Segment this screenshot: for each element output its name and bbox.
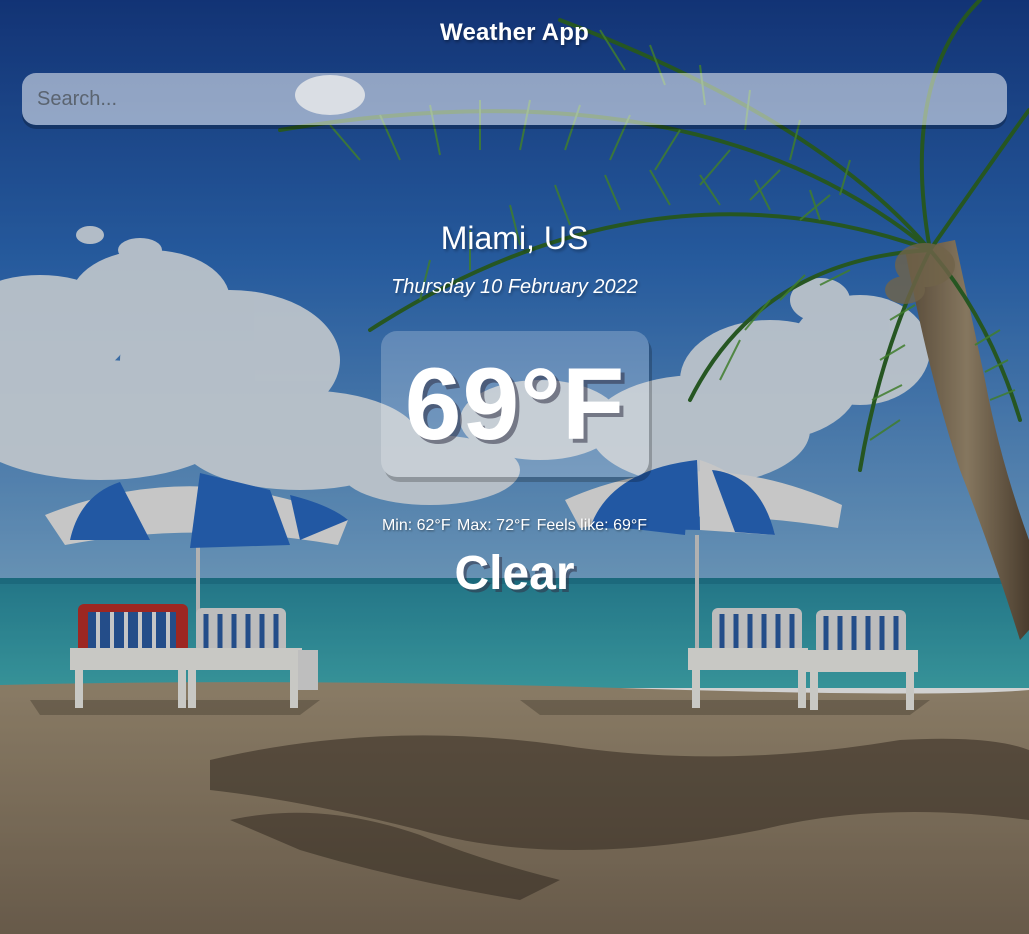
min-temperature: Min: 62°F (381, 517, 451, 534)
current-temperature: 69°F (404, 346, 626, 461)
temperature-details: Min: 62°F Max: 72°F Feels like: 69°F (0, 517, 1029, 535)
current-date: Thursday 10 February 2022 (391, 276, 638, 298)
feels-like-temperature: Feels like: 69°F (536, 517, 648, 534)
max-temperature: Max: 72°F (457, 517, 531, 534)
search-bar[interactable] (22, 73, 1007, 125)
search-input[interactable] (22, 73, 1007, 125)
app-title: Weather App (440, 19, 589, 46)
weather-condition: Clear (454, 547, 575, 600)
temperature-card: 69°F (381, 331, 649, 477)
location-name: Miami, US (440, 220, 589, 256)
